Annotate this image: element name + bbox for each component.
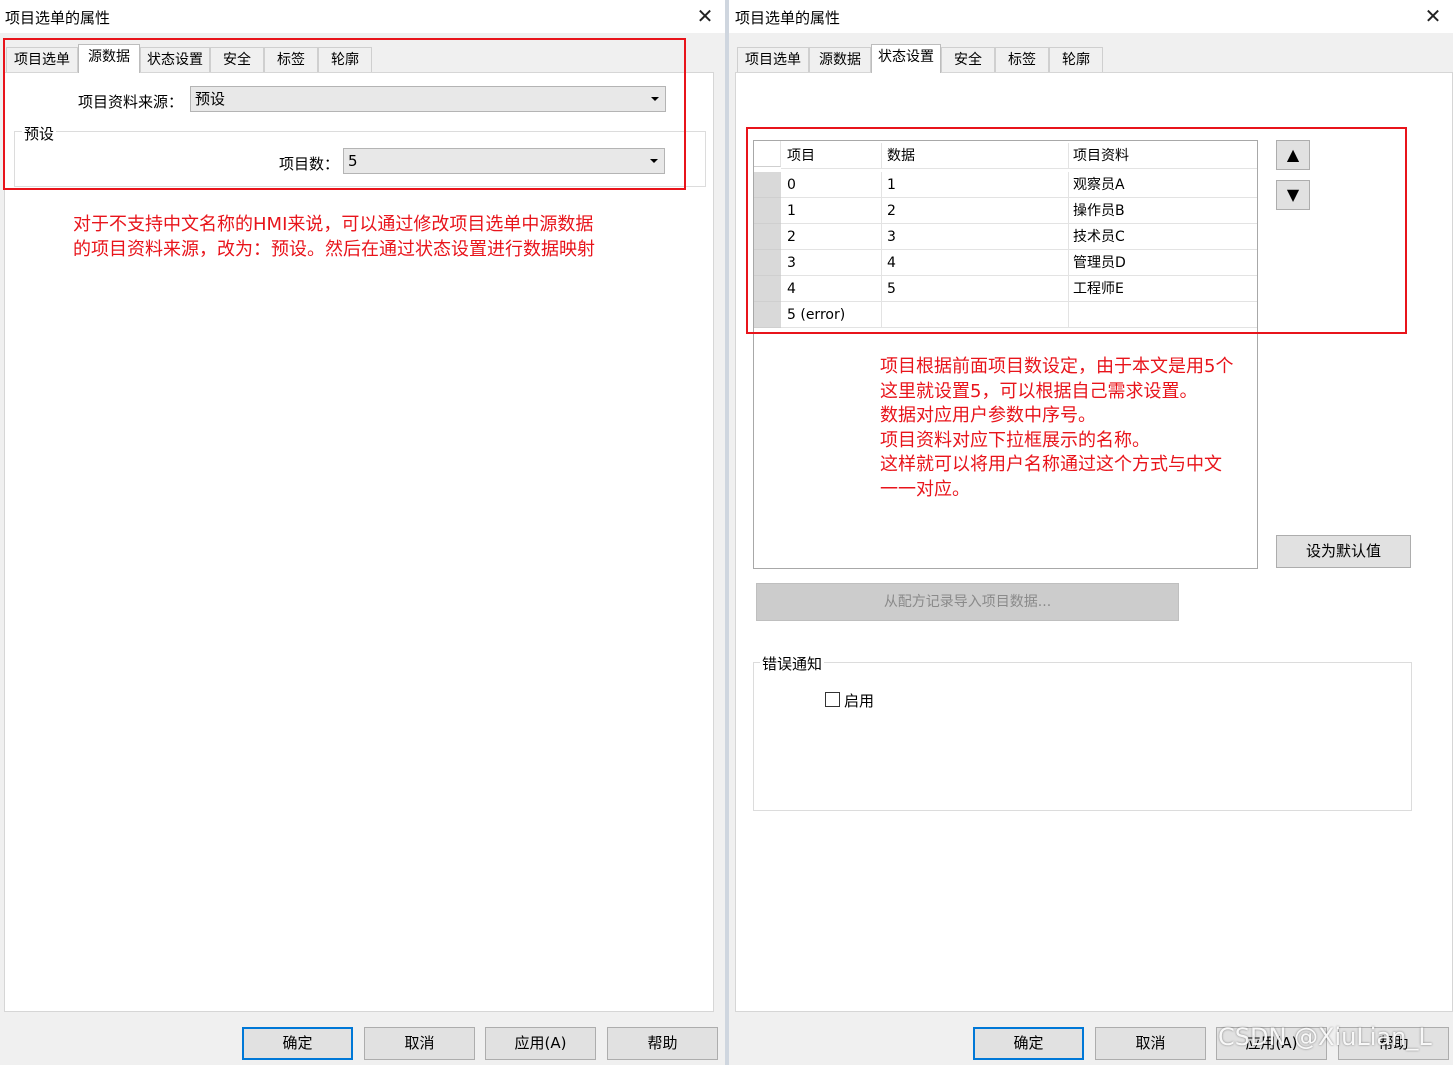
annotation-line: 一一对应。 — [880, 478, 970, 500]
ok-button[interactable]: 确定 — [242, 1027, 353, 1060]
close-icon[interactable]: ✕ — [1419, 2, 1447, 30]
annotation-note: 对于不支持中文名称的HMI来说，可以通过修改项目选单中源数据 的项目资料来源，改… — [73, 213, 595, 262]
enable-checkbox[interactable] — [825, 692, 840, 707]
annotation-note: 项目根据前面项目数设定，由于本文是用5个 这里就设置5，可以根据自己需求设置。 … — [880, 355, 1233, 502]
apply-button[interactable]: 应用(A) — [485, 1027, 596, 1060]
cancel-button[interactable]: 取消 — [1095, 1027, 1206, 1060]
enable-label: 启用 — [844, 692, 875, 710]
import-from-recipe-button[interactable]: 从配方记录导入项目数据... — [756, 583, 1179, 621]
tab-source-data[interactable]: 源数据 — [809, 47, 871, 73]
annotation-line: 数据对应用户参数中序号。 — [880, 405, 1096, 426]
left-properties-dialog: 项目选单的属性 ✕ 项目选单 源数据 状态设置 安全 标签 轮廓 项目资料来源：… — [0, 0, 725, 1065]
annotation-highlight-box — [746, 127, 1407, 334]
help-button[interactable]: 帮助 — [607, 1027, 718, 1060]
close-icon[interactable]: ✕ — [691, 2, 719, 30]
tab-outline[interactable]: 轮廓 — [1049, 47, 1103, 73]
title-bar: 项目选单的属性 ✕ — [729, 0, 1453, 33]
error-notify-group — [753, 662, 1412, 811]
annotation-line: 项目根据前面项目数设定，由于本文是用5个 — [880, 356, 1234, 377]
annotation-line: 的项目资料来源，改为：预设。然后在通过状态设置进行数据映射 — [73, 238, 595, 260]
annotation-line: 项目资料对应下拉框展示的名称。 — [880, 429, 1150, 451]
error-notify-title: 错误通知 — [760, 653, 825, 674]
annotation-line: 对于不支持中文名称的HMI来说，可以通过修改项目选单中源数据 — [73, 214, 594, 235]
watermark: CSDN @XiuLian_L — [1218, 1023, 1432, 1051]
annotation-line: 这里就设置5，可以根据自己需求设置。 — [880, 380, 1198, 402]
tab-security[interactable]: 安全 — [941, 47, 995, 73]
set-default-button[interactable]: 设为默认值 — [1276, 535, 1411, 568]
dialog-title: 项目选单的属性 — [5, 9, 111, 27]
ok-button[interactable]: 确定 — [973, 1027, 1084, 1060]
tab-label[interactable]: 标签 — [995, 47, 1049, 73]
tab-state-settings[interactable]: 状态设置 — [871, 44, 941, 73]
tab-item-menu[interactable]: 项目选单 — [737, 47, 809, 73]
dialog-title: 项目选单的属性 — [735, 9, 841, 27]
cancel-button[interactable]: 取消 — [364, 1027, 475, 1060]
title-bar: 项目选单的属性 ✕ — [0, 0, 725, 33]
tab-source-data[interactable]: 源数据 — [78, 44, 140, 73]
annotation-line: 这样就可以将用户名称通过这个方式与中文 — [880, 454, 1222, 475]
